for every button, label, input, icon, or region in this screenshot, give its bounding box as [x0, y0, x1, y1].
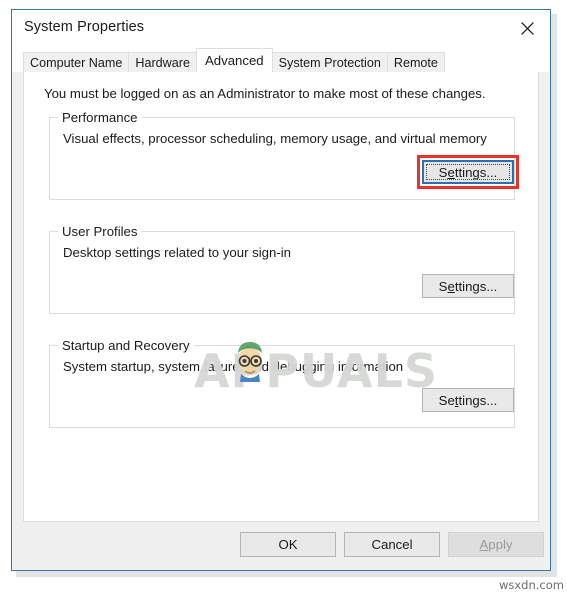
close-icon	[520, 22, 534, 35]
button-label: Apply	[479, 537, 513, 552]
administrator-note: You must be logged on as an Administrato…	[44, 86, 486, 101]
tab-system-protection[interactable]: System Protection	[271, 52, 388, 72]
button-label: Settings...	[438, 278, 498, 294]
tab-computer-name[interactable]: Computer Name	[23, 52, 130, 72]
group-startup-recovery: Startup and Recovery System startup, sys…	[49, 338, 515, 428]
close-button[interactable]	[504, 10, 550, 47]
ok-button[interactable]: OK	[240, 532, 336, 557]
group-frame	[49, 231, 515, 314]
screenshot-root: System Properties Computer Name Hardware…	[0, 0, 567, 593]
tab-strip: Computer Name Hardware Advanced System P…	[12, 48, 550, 72]
active-tab-bridge	[196, 72, 274, 73]
group-legend: Startup and Recovery	[58, 338, 194, 353]
tab-label: Remote	[393, 55, 438, 70]
system-properties-dialog: System Properties Computer Name Hardware…	[11, 9, 551, 571]
startup-recovery-settings-button[interactable]: Settings...	[422, 388, 514, 412]
cancel-button[interactable]: Cancel	[344, 532, 440, 557]
button-label: OK	[278, 537, 298, 552]
group-legend: Performance	[58, 110, 142, 125]
group-description: System startup, system failure, and debu…	[63, 359, 404, 374]
site-watermark: wsxdn.com	[498, 578, 564, 592]
title-bar: System Properties	[12, 10, 550, 48]
tab-remote[interactable]: Remote	[386, 52, 445, 72]
user-profiles-settings-button[interactable]: Settings...	[422, 274, 514, 298]
group-performance: Performance Visual effects, processor sc…	[49, 110, 519, 200]
group-frame	[49, 345, 515, 428]
button-label: Settings...	[438, 392, 498, 408]
group-frame	[49, 117, 515, 200]
tab-label: Advanced	[204, 53, 264, 68]
tab-hardware[interactable]: Hardware	[128, 52, 197, 72]
group-description: Visual effects, processor scheduling, me…	[63, 131, 487, 146]
group-user-profiles: User Profiles Desktop settings related t…	[49, 224, 515, 314]
group-legend: User Profiles	[58, 224, 142, 239]
tab-label: System Protection	[278, 55, 381, 70]
tab-advanced[interactable]: Advanced	[195, 48, 273, 72]
button-label: Cancel	[371, 537, 413, 552]
apply-button: Apply	[448, 532, 544, 557]
dialog-footer: OK Cancel Apply	[12, 522, 550, 570]
tab-label: Computer Name	[30, 55, 123, 70]
window-title: System Properties	[24, 19, 145, 35]
performance-settings-button[interactable]: Settings...	[422, 160, 514, 184]
advanced-tab-panel: You must be logged on as an Administrato…	[23, 72, 539, 522]
button-label: Settings...	[438, 164, 498, 180]
tab-label: Hardware	[135, 55, 190, 70]
group-description: Desktop settings related to your sign-in	[63, 245, 291, 260]
